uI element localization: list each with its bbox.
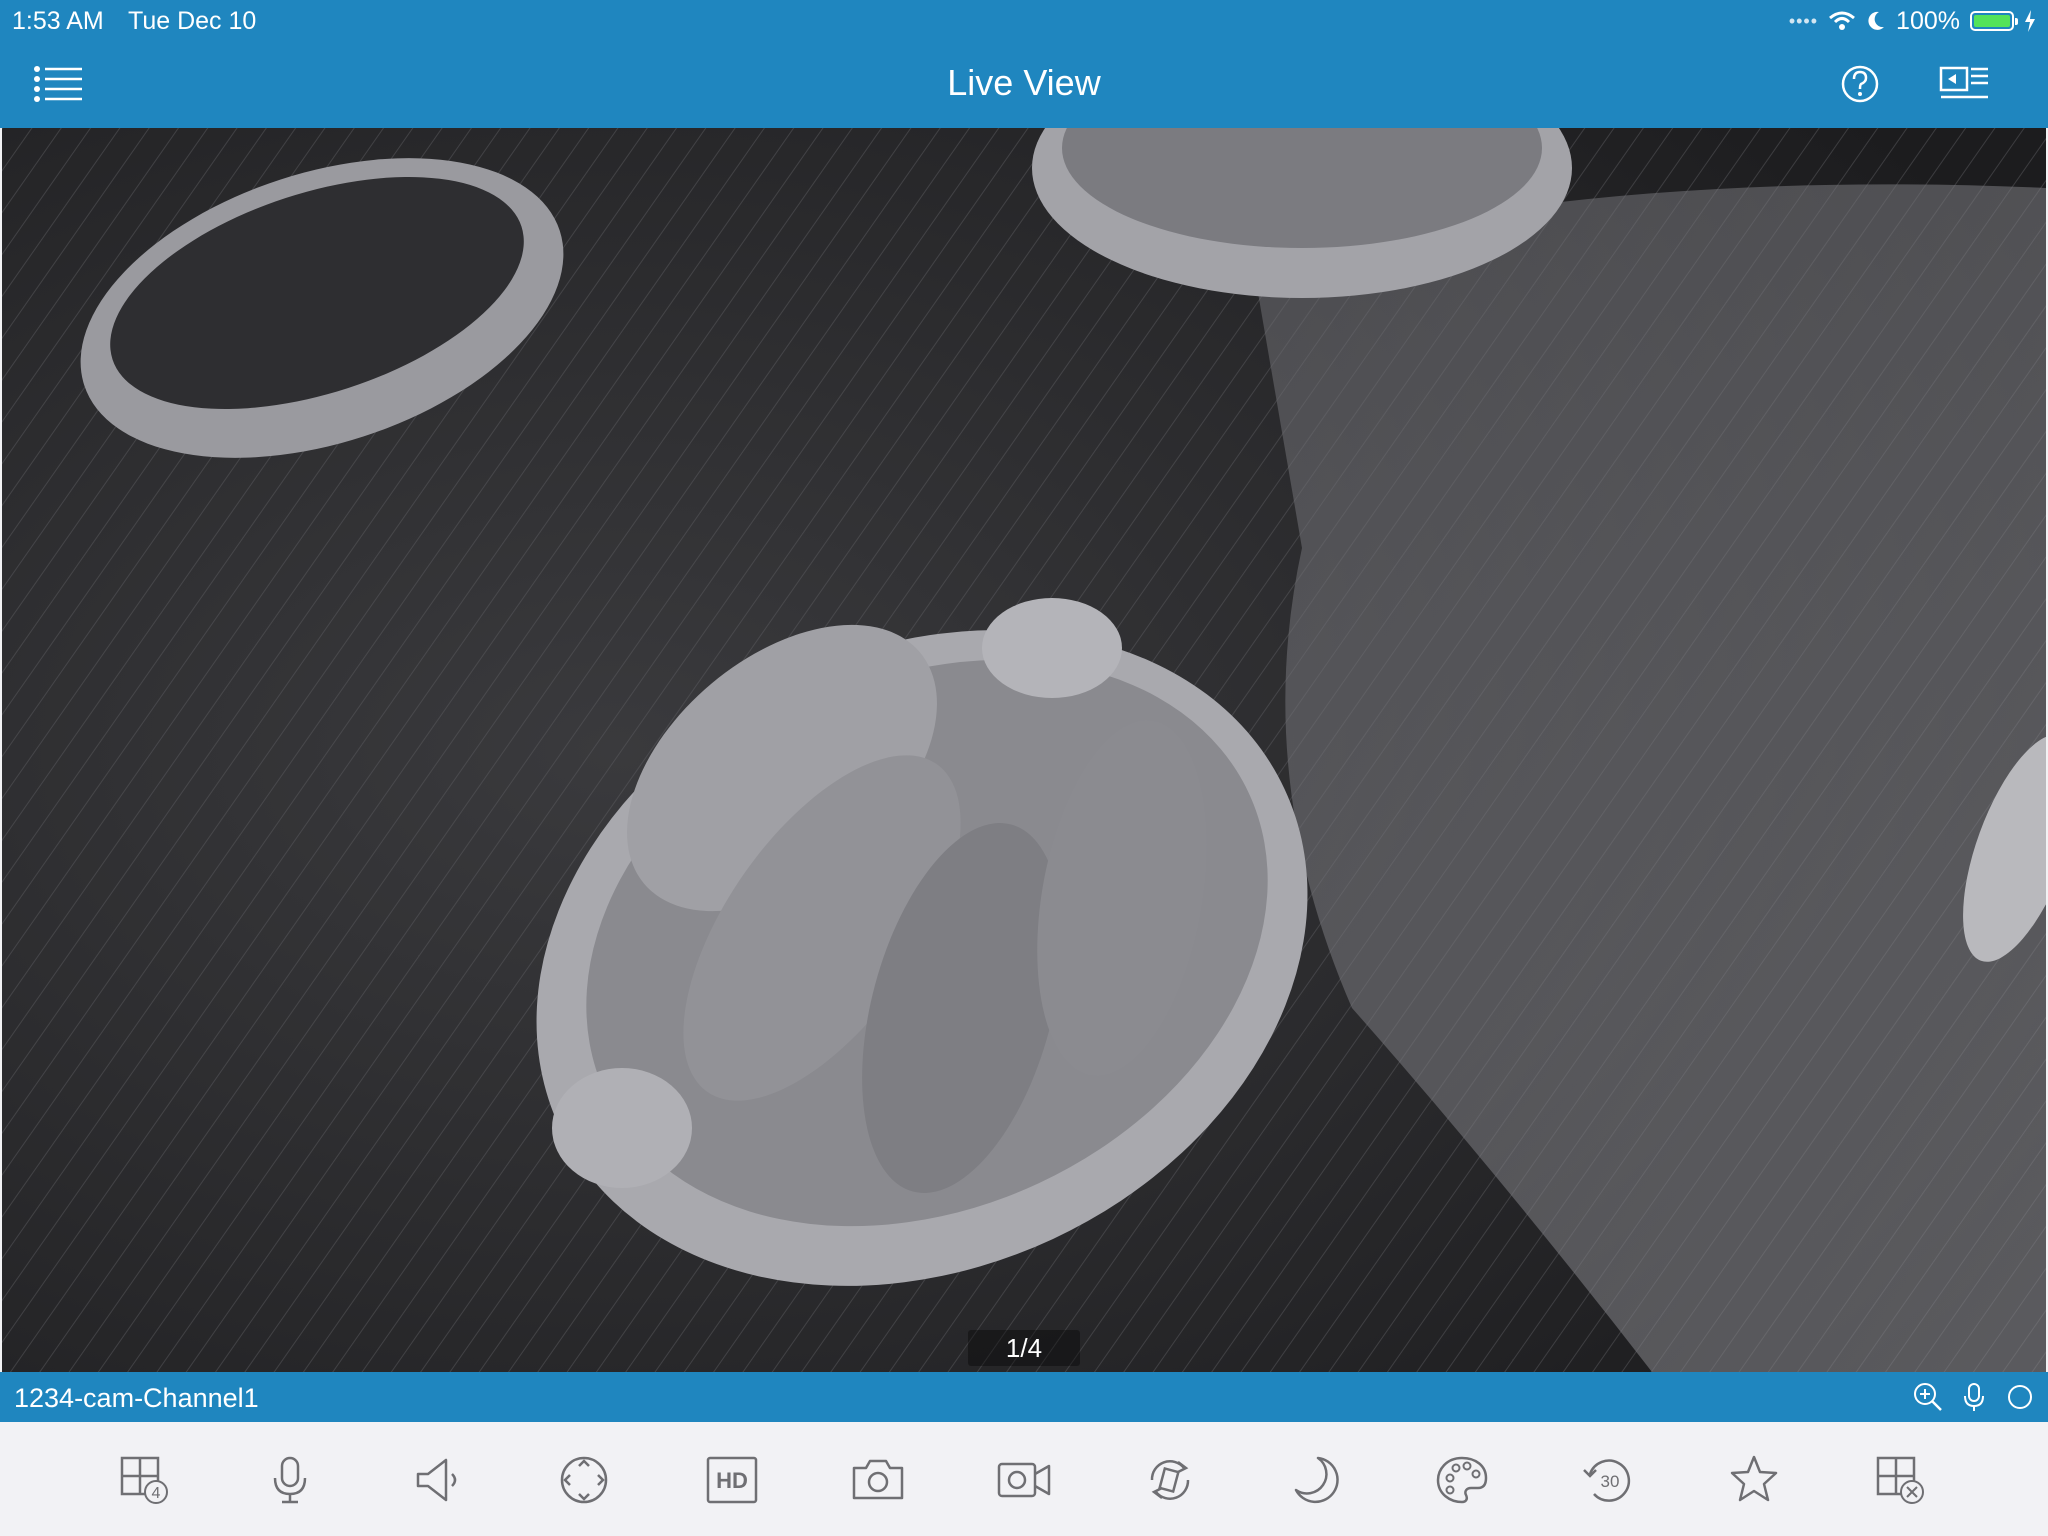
status-time: 1:53 AM (12, 7, 104, 35)
playback-label: 30 (1601, 1472, 1620, 1491)
nav-bar: Live View (0, 40, 2048, 128)
page-indicator: 1/4 (968, 1330, 1080, 1366)
moon-icon (1868, 11, 1885, 30)
page-title: Live View (947, 62, 1101, 103)
night-mode-icon[interactable] (1288, 1452, 1344, 1508)
record-video-icon[interactable] (996, 1452, 1052, 1508)
camera-frame-image (2, 128, 2046, 1372)
split-screen-4-icon[interactable]: 4 (116, 1452, 172, 1508)
channel-bar: 1234-cam-Channel1 (0, 1372, 2048, 1422)
microphone-icon[interactable] (1958, 1381, 1990, 1413)
favorite-star-icon[interactable] (1726, 1452, 1782, 1508)
ptz-icon[interactable] (556, 1452, 612, 1508)
status-bar: 1:53 AM Tue Dec 10 •••• 100% (0, 0, 2048, 40)
wifi-icon (1829, 11, 1856, 30)
color-palette-icon[interactable] (1434, 1452, 1490, 1508)
battery-icon (1970, 11, 2018, 31)
channel-name: 1234-cam-Channel1 (14, 1383, 259, 1413)
help-icon[interactable] (1836, 60, 1888, 108)
signal-dots-icon: •••• (1788, 10, 1819, 31)
live-video-feed[interactable] (2, 128, 2046, 1372)
split-count: 4 (152, 1485, 161, 1502)
battery-fill (1974, 15, 2010, 27)
flip-icon[interactable] (1142, 1452, 1198, 1508)
status-date: Tue Dec 10 (128, 7, 257, 35)
speaker-icon[interactable] (410, 1452, 466, 1508)
hd-icon[interactable]: HD (704, 1452, 760, 1508)
close-channel-icon[interactable] (1872, 1452, 1928, 1508)
status-right-group: •••• 100% (1789, 5, 2036, 37)
record-indicator-icon[interactable] (2004, 1381, 2036, 1413)
battery-percent: 100% (1896, 6, 1960, 35)
talk-microphone-icon[interactable] (262, 1452, 318, 1508)
zoom-in-icon[interactable] (1912, 1381, 1944, 1413)
device-list-icon[interactable] (1938, 60, 1990, 108)
playback-30s-icon[interactable]: 30 (1580, 1452, 1636, 1508)
snapshot-icon[interactable] (850, 1452, 906, 1508)
hd-label: HD (716, 1468, 748, 1493)
charging-bolt-icon (2025, 10, 2035, 32)
control-toolbar: 4 HD 30 (0, 1422, 2048, 1536)
